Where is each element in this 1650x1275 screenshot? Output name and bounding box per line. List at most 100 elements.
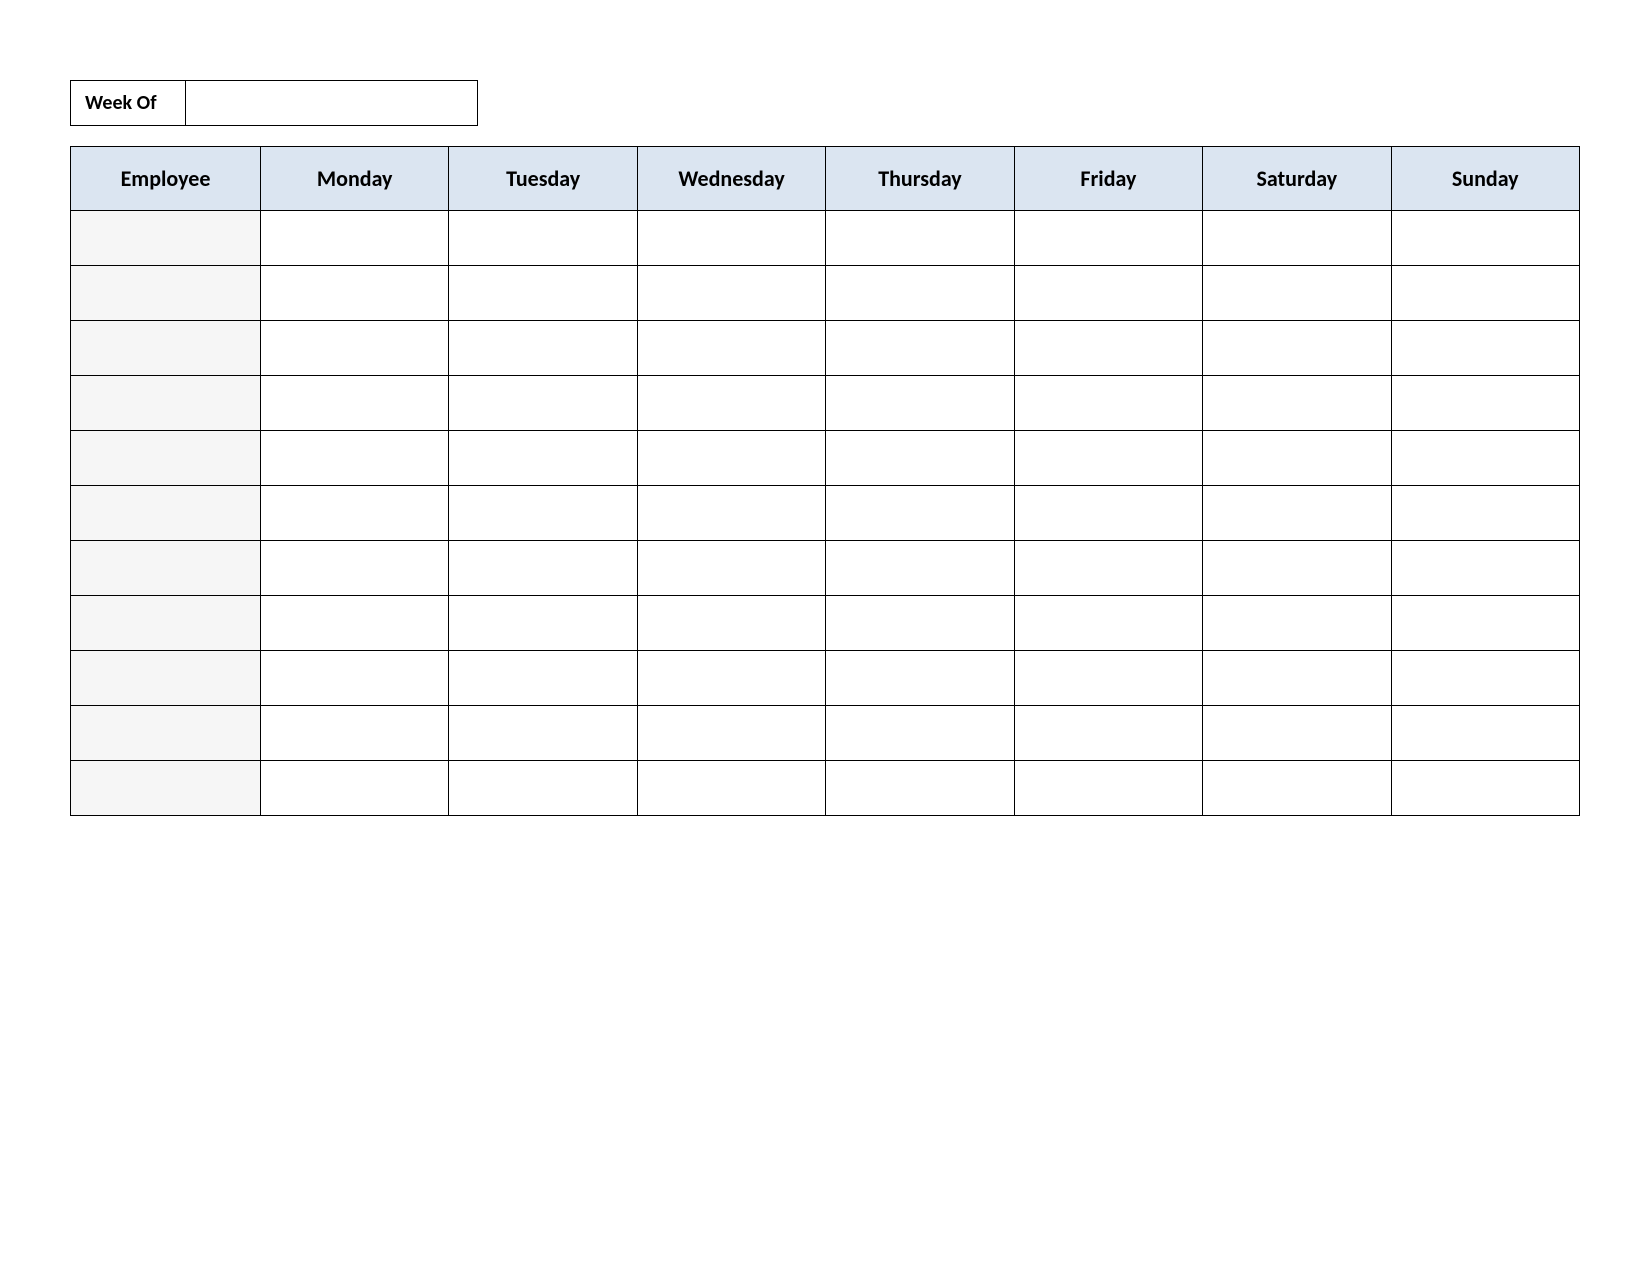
cell-sunday[interactable]: [1391, 211, 1579, 266]
cell-employee[interactable]: [71, 761, 261, 816]
cell-friday[interactable]: [1014, 376, 1202, 431]
cell-thursday[interactable]: [826, 266, 1014, 321]
cell-sunday[interactable]: [1391, 706, 1579, 761]
cell-wednesday[interactable]: [637, 541, 825, 596]
cell-thursday[interactable]: [826, 651, 1014, 706]
cell-friday[interactable]: [1014, 651, 1202, 706]
cell-tuesday[interactable]: [449, 541, 637, 596]
header-sunday: Sunday: [1391, 147, 1579, 211]
table-row: [71, 706, 1580, 761]
cell-saturday[interactable]: [1203, 321, 1391, 376]
cell-tuesday[interactable]: [449, 706, 637, 761]
cell-wednesday[interactable]: [637, 761, 825, 816]
cell-friday[interactable]: [1014, 706, 1202, 761]
cell-friday[interactable]: [1014, 321, 1202, 376]
cell-saturday[interactable]: [1203, 211, 1391, 266]
cell-monday[interactable]: [261, 706, 449, 761]
cell-friday[interactable]: [1014, 266, 1202, 321]
cell-employee[interactable]: [71, 706, 261, 761]
cell-friday[interactable]: [1014, 596, 1202, 651]
cell-monday[interactable]: [261, 651, 449, 706]
cell-sunday[interactable]: [1391, 541, 1579, 596]
cell-employee[interactable]: [71, 651, 261, 706]
cell-sunday[interactable]: [1391, 321, 1579, 376]
header-tuesday: Tuesday: [449, 147, 637, 211]
cell-thursday[interactable]: [826, 376, 1014, 431]
cell-friday[interactable]: [1014, 761, 1202, 816]
cell-tuesday[interactable]: [449, 321, 637, 376]
cell-wednesday[interactable]: [637, 211, 825, 266]
cell-tuesday[interactable]: [449, 266, 637, 321]
cell-monday[interactable]: [261, 761, 449, 816]
table-row: [71, 376, 1580, 431]
cell-employee[interactable]: [71, 211, 261, 266]
cell-employee[interactable]: [71, 596, 261, 651]
table-row: [71, 761, 1580, 816]
cell-monday[interactable]: [261, 321, 449, 376]
cell-tuesday[interactable]: [449, 431, 637, 486]
cell-employee[interactable]: [71, 266, 261, 321]
cell-wednesday[interactable]: [637, 376, 825, 431]
cell-saturday[interactable]: [1203, 541, 1391, 596]
cell-monday[interactable]: [261, 266, 449, 321]
table-row: [71, 596, 1580, 651]
cell-saturday[interactable]: [1203, 266, 1391, 321]
header-friday: Friday: [1014, 147, 1202, 211]
cell-wednesday[interactable]: [637, 431, 825, 486]
cell-thursday[interactable]: [826, 541, 1014, 596]
cell-saturday[interactable]: [1203, 596, 1391, 651]
cell-monday[interactable]: [261, 376, 449, 431]
cell-monday[interactable]: [261, 596, 449, 651]
cell-monday[interactable]: [261, 486, 449, 541]
cell-friday[interactable]: [1014, 211, 1202, 266]
cell-wednesday[interactable]: [637, 596, 825, 651]
cell-wednesday[interactable]: [637, 266, 825, 321]
cell-thursday[interactable]: [826, 706, 1014, 761]
cell-thursday[interactable]: [826, 431, 1014, 486]
cell-saturday[interactable]: [1203, 486, 1391, 541]
cell-employee[interactable]: [71, 376, 261, 431]
cell-friday[interactable]: [1014, 486, 1202, 541]
cell-thursday[interactable]: [826, 486, 1014, 541]
cell-thursday[interactable]: [826, 761, 1014, 816]
cell-sunday[interactable]: [1391, 761, 1579, 816]
cell-friday[interactable]: [1014, 431, 1202, 486]
cell-employee[interactable]: [71, 541, 261, 596]
cell-thursday[interactable]: [826, 321, 1014, 376]
cell-saturday[interactable]: [1203, 376, 1391, 431]
cell-sunday[interactable]: [1391, 596, 1579, 651]
cell-sunday[interactable]: [1391, 266, 1579, 321]
table-row: [71, 321, 1580, 376]
cell-thursday[interactable]: [826, 596, 1014, 651]
cell-tuesday[interactable]: [449, 651, 637, 706]
cell-monday[interactable]: [261, 431, 449, 486]
header-wednesday: Wednesday: [637, 147, 825, 211]
cell-tuesday[interactable]: [449, 376, 637, 431]
cell-monday[interactable]: [261, 541, 449, 596]
cell-tuesday[interactable]: [449, 486, 637, 541]
week-of-value[interactable]: [186, 80, 478, 126]
cell-saturday[interactable]: [1203, 651, 1391, 706]
schedule-table: Employee Monday Tuesday Wednesday Thursd…: [70, 146, 1580, 816]
cell-sunday[interactable]: [1391, 651, 1579, 706]
cell-monday[interactable]: [261, 211, 449, 266]
cell-saturday[interactable]: [1203, 706, 1391, 761]
cell-sunday[interactable]: [1391, 431, 1579, 486]
cell-saturday[interactable]: [1203, 431, 1391, 486]
cell-wednesday[interactable]: [637, 321, 825, 376]
cell-wednesday[interactable]: [637, 486, 825, 541]
table-row: [71, 541, 1580, 596]
cell-employee[interactable]: [71, 486, 261, 541]
cell-wednesday[interactable]: [637, 706, 825, 761]
cell-saturday[interactable]: [1203, 761, 1391, 816]
cell-sunday[interactable]: [1391, 486, 1579, 541]
cell-employee[interactable]: [71, 321, 261, 376]
cell-tuesday[interactable]: [449, 761, 637, 816]
cell-thursday[interactable]: [826, 211, 1014, 266]
cell-sunday[interactable]: [1391, 376, 1579, 431]
cell-tuesday[interactable]: [449, 596, 637, 651]
cell-wednesday[interactable]: [637, 651, 825, 706]
cell-friday[interactable]: [1014, 541, 1202, 596]
cell-employee[interactable]: [71, 431, 261, 486]
cell-tuesday[interactable]: [449, 211, 637, 266]
